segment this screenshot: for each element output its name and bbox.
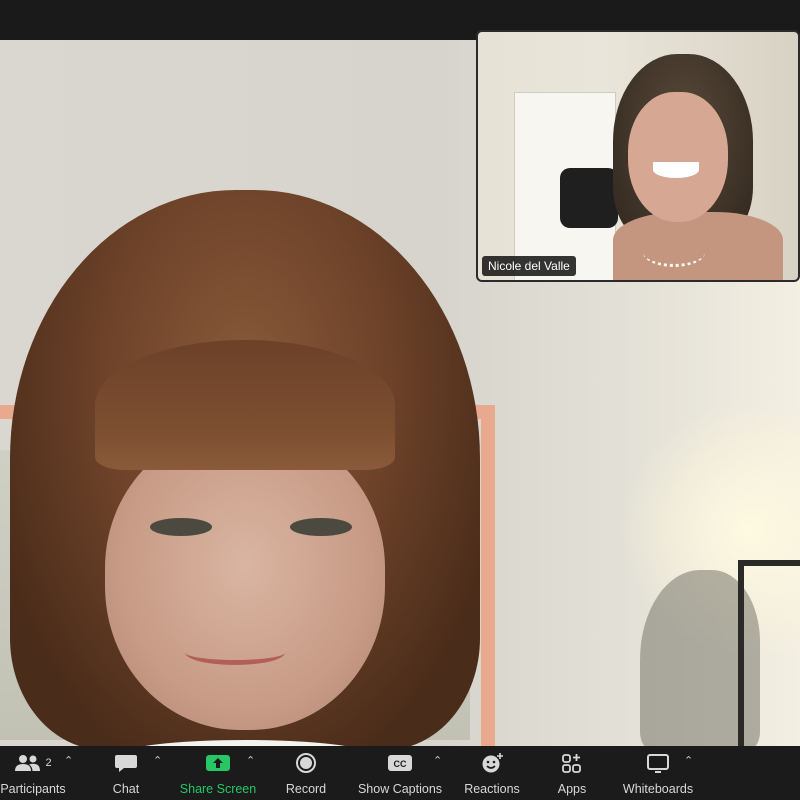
reactions-button[interactable]: Reactions — [462, 752, 522, 796]
meeting-toolbar: 2 Participants ⌃ Chat ⌃ Share Screen ⌃ R… — [0, 746, 800, 800]
record-label: Record — [285, 782, 327, 796]
chat-button[interactable]: Chat — [108, 752, 144, 796]
participants-chevron-up-icon[interactable]: ⌃ — [64, 754, 73, 767]
record-button[interactable]: Record — [283, 752, 329, 796]
participants-count: 2 — [45, 757, 52, 769]
participant-bangs — [95, 340, 395, 470]
participant-smile — [185, 640, 285, 665]
show-captions-label: Show Captions — [357, 782, 443, 796]
whiteboards-label: Whiteboards — [622, 782, 694, 796]
participants-label: Participants — [0, 782, 66, 796]
chat-icon — [114, 752, 138, 774]
thumb-necklace — [643, 238, 705, 267]
captions-icon: CC — [387, 752, 413, 774]
share-screen-chevron-up-icon[interactable]: ⌃ — [246, 754, 255, 767]
participant-name-tag: Nicole del Valle — [482, 256, 576, 276]
whiteboards-chevron-up-icon[interactable]: ⌃ — [684, 754, 693, 767]
share-screen-icon — [205, 752, 231, 774]
chat-label: Chat — [112, 782, 140, 796]
participants-button[interactable]: 2 Participants — [0, 752, 68, 796]
chat-chevron-up-icon[interactable]: ⌃ — [153, 754, 162, 767]
captions-icon-text: CC — [394, 759, 407, 769]
participant-face — [105, 430, 385, 730]
whiteboard-icon — [646, 752, 670, 774]
reactions-label: Reactions — [464, 782, 520, 796]
participant-right-eye — [290, 518, 352, 536]
thumb-chair — [560, 168, 618, 228]
apps-icon — [561, 752, 583, 774]
apps-label: Apps — [557, 782, 587, 796]
participant-left-eye — [150, 518, 212, 536]
thumb-face — [628, 92, 728, 222]
lamp-stand — [738, 560, 800, 746]
record-icon — [295, 752, 317, 774]
participants-icon: 2 — [14, 752, 52, 774]
thumbnail-video[interactable]: Nicole del Valle — [476, 30, 800, 282]
thumb-smile — [653, 162, 699, 178]
share-screen-label: Share Screen — [179, 782, 257, 796]
apps-button[interactable]: Apps — [555, 752, 589, 796]
captions-chevron-up-icon[interactable]: ⌃ — [433, 754, 442, 767]
reactions-icon — [480, 752, 504, 774]
show-captions-button[interactable]: CC Show Captions — [357, 752, 443, 796]
